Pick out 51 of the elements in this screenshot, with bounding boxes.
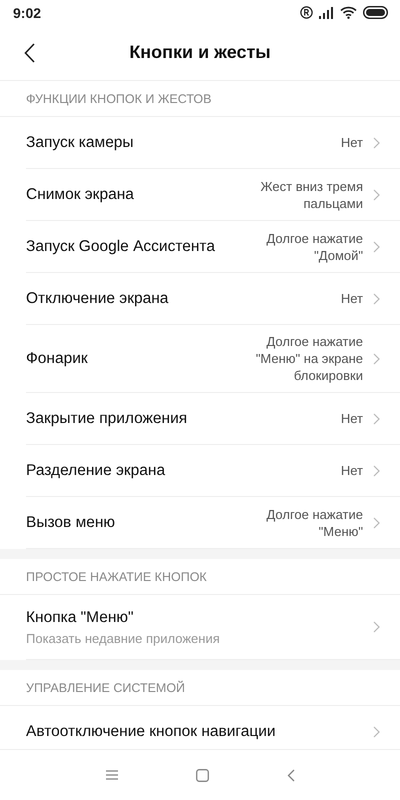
row-value: Долгое нажатие "Домой" <box>265 230 363 265</box>
square-icon <box>196 768 208 782</box>
row-title: Запуск Google Ассистента <box>26 236 216 256</box>
back-icon <box>286 768 294 782</box>
section-header: УПРАВЛЕНИЕ СИСТЕМОЙ <box>0 670 400 706</box>
row-title: Запуск камеры <box>26 132 135 152</box>
row-value: Долгое нажатие "Меню" на экране блокировки <box>254 333 363 385</box>
status-time: 9:02 <box>13 4 42 20</box>
settings-row[interactable]: Автоотключение кнопок навигации <box>26 706 400 749</box>
wifi-icon <box>340 6 357 19</box>
chevron-icon <box>373 621 380 633</box>
chevron-icon <box>373 188 380 200</box>
settings-row[interactable]: Фонарик Долгое нажатие "Меню" на экране блокировки <box>26 325 400 393</box>
row-value: Нет <box>340 462 363 480</box>
row-value: Жест вниз тремя пальцами <box>260 178 363 213</box>
menu-icon <box>106 770 118 780</box>
settings-row[interactable]: Снимок экрана Жест вниз тремя пальцами <box>26 169 400 221</box>
chevron-icon <box>373 726 380 738</box>
row-title: Кнопка "Меню" <box>26 608 135 628</box>
chevron-icon <box>373 136 380 148</box>
settings-row[interactable]: Запуск камеры Нет <box>26 117 400 169</box>
section-header: ФУНКЦИИ КНОПОК И ЖЕСТОВ <box>0 81 400 117</box>
back-button[interactable] <box>24 43 36 63</box>
chevron-icon <box>373 352 380 364</box>
row-value: Нет <box>340 290 363 308</box>
page-title: Кнопки и жесты <box>129 42 271 63</box>
section-header: ПРОСТОЕ НАЖАТИЕ КНОПОК <box>0 559 400 595</box>
settings-row[interactable]: Разделение экрана Нет <box>26 445 400 497</box>
signal-icon <box>319 6 334 18</box>
row-value: Нет <box>340 134 363 152</box>
row-title: Вызов меню <box>26 512 116 532</box>
settings-row[interactable]: Отключение экрана Нет <box>26 273 400 325</box>
chevron-icon <box>373 412 380 424</box>
row-title: Закрытие приложения <box>26 408 188 428</box>
row-subtitle: Показать недавние приложения <box>26 631 221 646</box>
settings-row[interactable]: Запуск Google Ассистента Долгое нажатие "Домой" <box>26 221 400 273</box>
row-title: Снимок экрана <box>26 184 135 204</box>
chevron-icon <box>373 240 380 252</box>
row-value: Долгое нажатие "Меню" <box>265 506 363 540</box>
chevron-icon <box>373 464 380 476</box>
back-icon <box>24 43 36 63</box>
chevron-icon <box>373 292 380 304</box>
row-title: Разделение экрана <box>26 460 166 480</box>
registered-icon <box>300 6 313 19</box>
settings-row[interactable]: Закрытие приложения Нет <box>26 393 400 445</box>
chevron-icon <box>373 516 380 528</box>
row-value: Нет <box>340 410 363 428</box>
row-title: Автоотключение кнопок навигации <box>26 722 277 742</box>
row-title: Фонарик <box>26 348 89 368</box>
row-title: Отключение экрана <box>26 288 170 308</box>
battery-icon <box>363 6 388 19</box>
